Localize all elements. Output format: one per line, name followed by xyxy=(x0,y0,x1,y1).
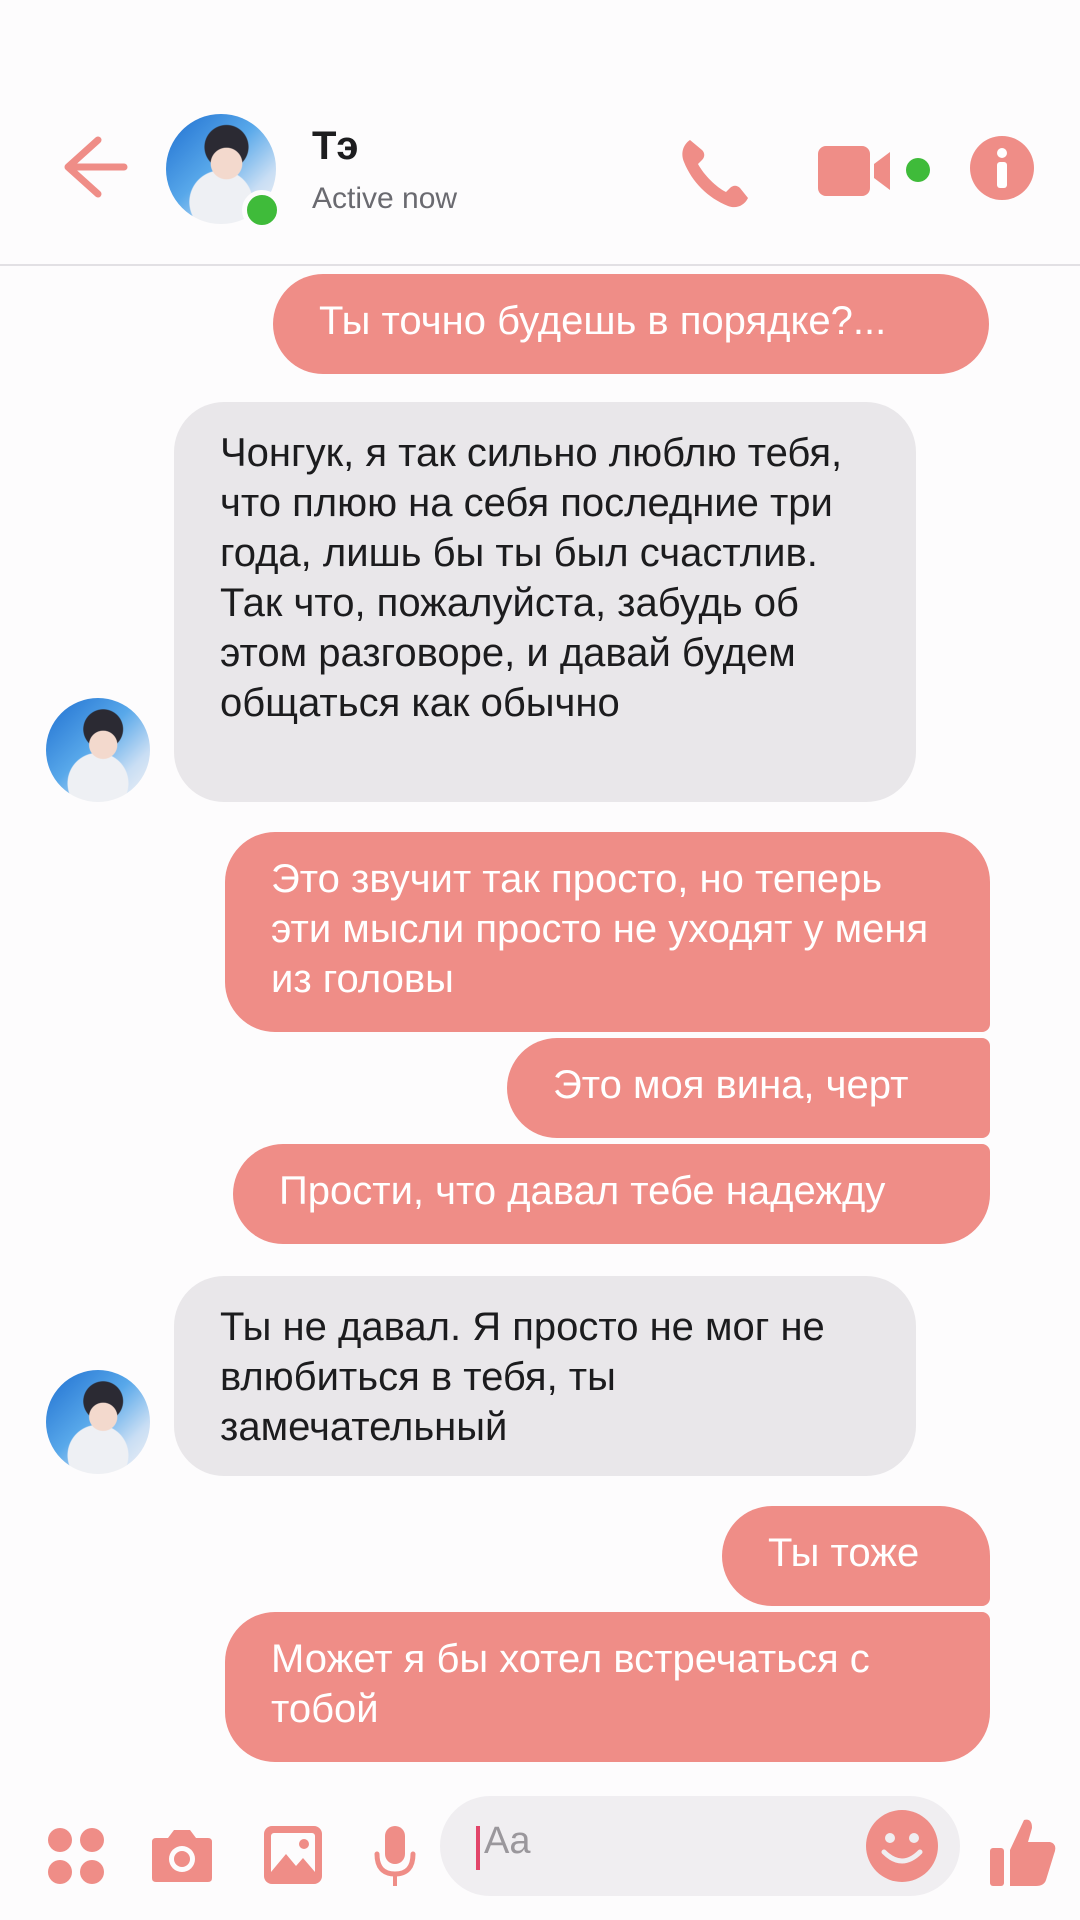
message-bubble-sent[interactable]: Ты точно будешь в порядке?... xyxy=(273,274,989,374)
phone-icon[interactable] xyxy=(676,132,756,212)
message-text: Ты не давал. Я просто не мог не влюбитьс… xyxy=(220,1305,825,1449)
message-composer: Aa xyxy=(0,1790,1080,1920)
message-bubble-sent[interactable]: Ты тоже xyxy=(722,1506,990,1606)
message-bubble-received[interactable]: Чонгук, я так сильно люблю тебя, что плю… xyxy=(174,402,916,802)
contact-avatar[interactable] xyxy=(166,114,282,230)
back-arrow-icon[interactable] xyxy=(58,132,128,202)
message-text: Это моя вина, черт xyxy=(553,1063,909,1107)
online-status-dot xyxy=(242,190,282,230)
message-text: Ты тоже xyxy=(768,1531,920,1575)
message-text: Чонгук, я так сильно люблю тебя, что плю… xyxy=(220,431,843,725)
message-bubble-sent[interactable]: Прости, что давал тебе надежду xyxy=(233,1144,990,1244)
message-text: Может я бы хотел встречаться с тобой xyxy=(271,1637,870,1731)
video-camera-icon[interactable] xyxy=(818,140,938,202)
thumbs-up-icon[interactable] xyxy=(988,1814,1058,1888)
apps-grid-icon[interactable] xyxy=(46,1826,106,1886)
text-cursor xyxy=(476,1826,480,1870)
info-icon[interactable] xyxy=(970,136,1034,200)
sender-avatar[interactable] xyxy=(46,1370,150,1474)
message-thread[interactable]: Ты точно будешь в порядке?... Чонгук, я … xyxy=(0,266,1080,1766)
chat-header: Тэ Active now xyxy=(0,0,1080,266)
message-bubble-sent[interactable]: Может я бы хотел встречаться с тобой xyxy=(225,1612,990,1762)
message-bubble-sent[interactable]: Это звучит так просто, но теперь эти мыс… xyxy=(225,832,990,1032)
message-text: Ты точно будешь в порядке?... xyxy=(319,299,887,343)
emoji-icon[interactable] xyxy=(864,1808,940,1884)
message-text: Это звучит так просто, но теперь эти мыс… xyxy=(271,857,929,1001)
sender-avatar[interactable] xyxy=(46,698,150,802)
microphone-icon[interactable] xyxy=(372,1824,418,1890)
message-input-placeholder: Aa xyxy=(484,1820,531,1862)
camera-icon[interactable] xyxy=(148,1826,216,1886)
image-icon[interactable] xyxy=(262,1824,324,1886)
contact-name[interactable]: Тэ xyxy=(312,124,359,169)
contact-status: Active now xyxy=(312,182,458,215)
message-text: Прости, что давал тебе надежду xyxy=(279,1169,886,1213)
message-input[interactable]: Aa xyxy=(440,1796,960,1896)
message-bubble-received[interactable]: Ты не давал. Я просто не мог не влюбитьс… xyxy=(174,1276,916,1476)
message-bubble-sent[interactable]: Это моя вина, черт xyxy=(507,1038,990,1138)
